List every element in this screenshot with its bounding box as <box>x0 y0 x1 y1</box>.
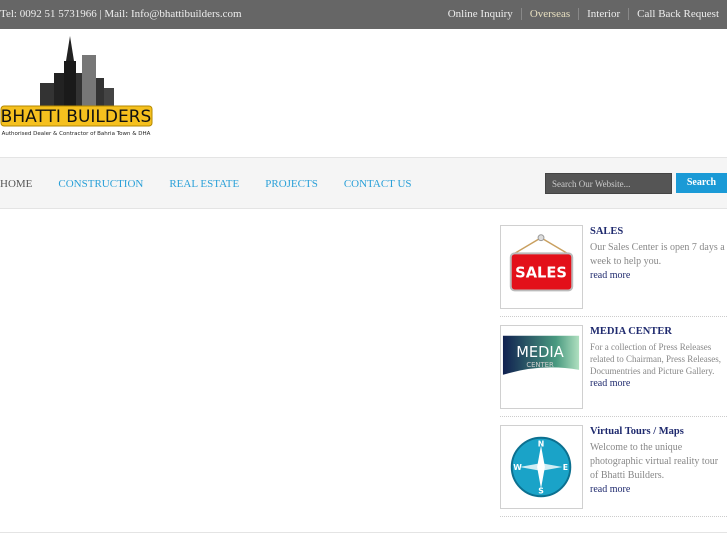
top-bar: Tel: 0092 51 5731966 | Mail: Info@bhatti… <box>0 0 727 29</box>
main-navbar: HOME CONSTRUCTION REAL ESTATE PROJECTS C… <box>0 157 727 209</box>
media-center-item: MEDIA CENTER MEDIA CENTER For a collecti… <box>500 325 727 417</box>
bhatti-builders-logo[interactable]: BHATTI BUILDERS Authorised Dealer & Cont… <box>0 33 155 138</box>
divider <box>500 316 727 317</box>
nav-projects[interactable]: PROJECTS <box>265 178 318 190</box>
nav-home[interactable]: HOME <box>0 178 32 190</box>
top-links: Online Inquiry Overseas Interior Call Ba… <box>440 8 727 20</box>
compass-letter: E <box>563 463 568 472</box>
media-center-description: For a collection of Press Releases relat… <box>590 342 721 376</box>
compass-letter: W <box>513 463 522 472</box>
compass-letter: S <box>538 486 544 495</box>
contact-info: Tel: 0092 51 5731966 | Mail: Info@bhatti… <box>0 8 242 20</box>
nav-construction[interactable]: CONSTRUCTION <box>58 178 143 190</box>
svg-text:CENTER: CENTER <box>526 361 554 369</box>
compass-letter: N <box>538 440 545 449</box>
media-center-read-more-link[interactable]: read more <box>590 377 727 391</box>
sales-description: Our Sales Center is open 7 days a week t… <box>590 242 725 267</box>
divider <box>500 516 727 517</box>
call-back-request-link[interactable]: Call Back Request <box>628 8 727 20</box>
nav-contact-us[interactable]: CONTACT US <box>344 178 412 190</box>
virtual-tours-read-more-link[interactable]: read more <box>590 483 727 497</box>
sales-sign-image[interactable]: SALES <box>500 225 583 309</box>
interior-link[interactable]: Interior <box>578 8 628 20</box>
compass-icon[interactable]: N E S W <box>500 425 583 509</box>
sales-sign-text: SALES <box>515 265 567 282</box>
online-inquiry-link[interactable]: Online Inquiry <box>440 8 521 20</box>
sales-item: SALES SALES Our Sales Center is open 7 d… <box>500 225 727 317</box>
divider <box>500 416 727 417</box>
main-nav: HOME CONSTRUCTION REAL ESTATE PROJECTS C… <box>0 178 438 190</box>
search-button[interactable]: Search <box>676 173 727 193</box>
virtual-tours-item: N E S W Virtual Tours / Maps Welcome to the… <box>500 425 727 517</box>
media-center-title[interactable]: MEDIA CENTER <box>590 325 727 339</box>
overseas-link[interactable]: Overseas <box>520 8 578 20</box>
media-center-image[interactable]: MEDIA CENTER <box>500 325 583 409</box>
svg-text:BHATTI BUILDERS: BHATTI BUILDERS <box>1 107 152 127</box>
svg-text:MEDIA: MEDIA <box>516 344 563 361</box>
virtual-tours-title[interactable]: Virtual Tours / Maps <box>590 425 727 439</box>
virtual-tours-description: Welcome to the unique photographic virtu… <box>590 442 719 481</box>
sales-title[interactable]: SALES <box>590 225 727 239</box>
footer-divider <box>0 532 727 533</box>
nav-real-estate[interactable]: REAL ESTATE <box>169 178 239 190</box>
sales-read-more-link[interactable]: read more <box>590 269 727 283</box>
search-input[interactable]: Search Our Website... <box>545 173 672 194</box>
svg-text:Authorised Dealer & Contractor: Authorised Dealer & Contractor of Bahria… <box>2 131 151 137</box>
